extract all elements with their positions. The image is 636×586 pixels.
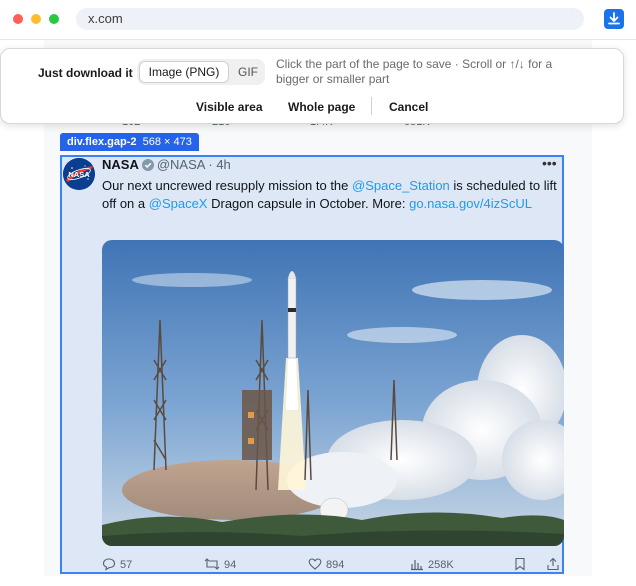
close-window-button[interactable] <box>13 14 23 24</box>
toolbar-divider <box>371 97 372 115</box>
reply-count: 57 <box>120 559 133 571</box>
author-handle[interactable]: @NASA <box>157 157 205 172</box>
author-name[interactable]: NASA <box>102 157 139 172</box>
tweet-time[interactable]: 4h <box>216 157 230 172</box>
download-icon <box>608 12 620 25</box>
nasa-logo-icon: NASA <box>63 158 95 190</box>
share-button[interactable] <box>546 557 564 573</box>
repost-button[interactable]: 94 <box>204 557 236 573</box>
reply-icon <box>102 558 116 571</box>
cancel-button[interactable]: Cancel <box>389 100 428 114</box>
repost-icon <box>204 558 220 570</box>
selection-label: div.flex.gap-2 568 × 473 <box>60 133 199 151</box>
just-download-button[interactable]: Just download it <box>38 66 133 80</box>
format-png-option[interactable]: Image (PNG) <box>139 61 229 83</box>
verified-badge-icon <box>141 159 154 171</box>
capture-toolbar: Just download it Image (PNG) GIF Click t… <box>0 48 624 124</box>
svg-text:NASA: NASA <box>68 170 90 179</box>
whole-page-button[interactable]: Whole page <box>288 100 355 114</box>
like-count: 894 <box>326 559 345 571</box>
tweet-text-part: Our next uncrewed resupply mission to th… <box>102 178 353 193</box>
mention-spacex[interactable]: @SpaceX <box>149 196 208 211</box>
format-gif-option[interactable]: GIF <box>233 61 263 83</box>
visible-area-button[interactable]: Visible area <box>196 100 263 114</box>
like-button[interactable]: 894 <box>308 557 344 573</box>
meta-separator: · <box>208 157 213 172</box>
heart-icon <box>308 558 322 570</box>
address-bar[interactable]: x.com <box>76 8 584 30</box>
tweet-link[interactable]: go.nasa.gov/4izScUL <box>409 196 532 211</box>
tweet-text: Our next uncrewed resupply mission to th… <box>102 177 564 213</box>
capture-hint: Click the part of the page to save · Scr… <box>276 57 553 86</box>
selection-size: 568 × 473 <box>142 136 192 148</box>
zoom-window-button[interactable] <box>49 14 59 24</box>
repost-count: 94 <box>224 559 237 571</box>
browser-toolbar: x.com <box>0 0 636 40</box>
minimize-window-button[interactable] <box>31 14 41 24</box>
more-options-icon[interactable]: ••• <box>542 155 557 171</box>
download-extension-button[interactable] <box>604 9 624 29</box>
bookmark-button[interactable] <box>514 557 530 573</box>
tweet-actions: 57 94 894 258K <box>102 557 564 573</box>
tweet-text-part: Dragon capsule in October. More: <box>207 196 410 211</box>
rocket-launch-image <box>102 240 564 546</box>
selected-tweet[interactable]: NASA NASA @NASA · 4h ••• Our next uncrewe… <box>60 155 564 574</box>
views-icon <box>411 560 423 571</box>
selection-selector: div.flex.gap-2 <box>67 136 137 148</box>
views-count: 258K <box>428 559 454 571</box>
avatar[interactable]: NASA <box>63 158 95 190</box>
tweet-image[interactable] <box>102 240 564 546</box>
share-icon <box>547 557 559 571</box>
views-button[interactable]: 258K <box>410 557 454 573</box>
bookmark-icon <box>515 557 525 571</box>
mention-space-station[interactable]: @Space_Station <box>352 178 450 193</box>
tweet-header: NASA @NASA · 4h <box>102 157 231 173</box>
format-selector: Image (PNG) GIF <box>137 59 265 85</box>
reply-button[interactable]: 57 <box>102 557 132 573</box>
page-bottom <box>44 576 592 586</box>
